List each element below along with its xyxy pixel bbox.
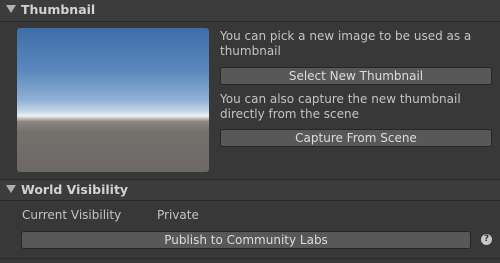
bottom-divider [0,258,500,259]
capture-thumbnail-description: You can also capture the new thumbnail d… [220,92,461,121]
thumbnail-section-header[interactable]: Thumbnail [0,0,500,22]
pick-thumbnail-description: You can pick a new image to be used as a… [220,29,472,58]
current-visibility-label: Current Visibility [22,208,122,222]
thumbnail-section-title: Thumbnail [21,2,96,17]
thumbnail-preview-image [17,28,209,172]
collapse-arrow-icon[interactable] [6,5,16,13]
publish-to-community-labs-button[interactable]: Publish to Community Labs [21,231,471,249]
current-visibility-value: Private [157,208,199,222]
world-visibility-section-header[interactable]: World Visibility [0,179,500,201]
world-visibility-section-title: World Visibility [21,182,129,197]
select-new-thumbnail-button[interactable]: Select New Thumbnail [220,67,492,85]
capture-from-scene-button[interactable]: Capture From Scene [220,129,492,147]
collapse-arrow-icon[interactable] [6,185,16,193]
help-question-icon[interactable]: ? [481,234,492,245]
